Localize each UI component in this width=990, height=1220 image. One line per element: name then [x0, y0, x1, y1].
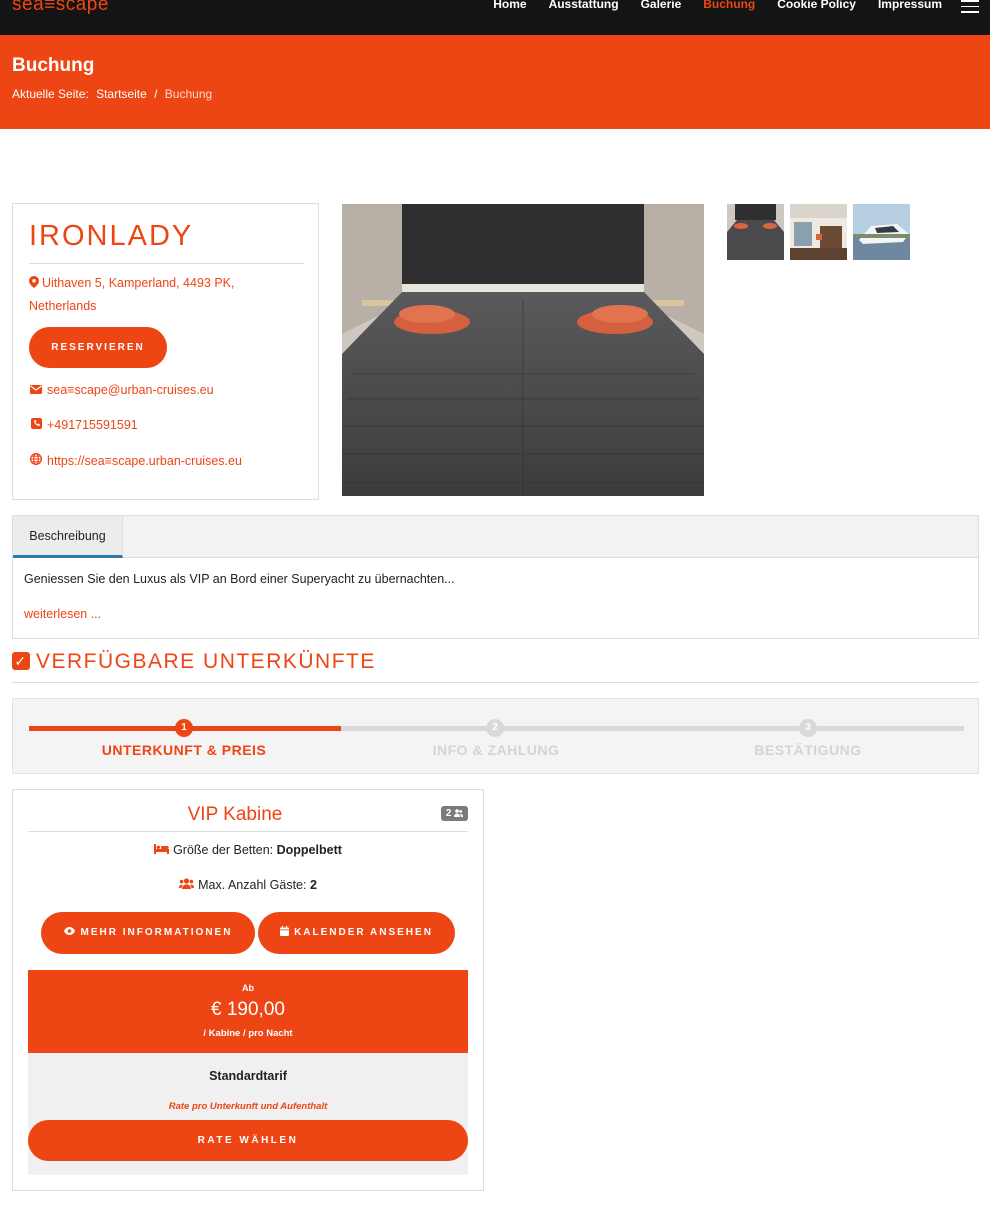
max-guests-label: Max. Anzahl Gäste: — [198, 878, 307, 892]
price-box: Ab € 190,00 / Kabine / pro Nacht — [28, 970, 468, 1053]
nav-item-impressum[interactable]: Impressum — [878, 0, 942, 11]
price-from-label: Ab — [242, 983, 254, 993]
divider — [29, 263, 304, 264]
step-1-label: UNTERKUNFT & PREIS — [101, 742, 267, 758]
calendar-icon — [280, 926, 290, 936]
site-logo[interactable]: sea≡scape — [12, 0, 109, 16]
available-units-heading: ✓ VERFÜGBARE UNTERKÜNFTE — [12, 650, 376, 674]
rate-name: Standardtarif — [209, 1069, 287, 1083]
tab-bar: Beschreibung — [13, 516, 978, 558]
phone-link[interactable]: +491715591591 — [29, 418, 138, 432]
max-guests-line: Max. Anzahl Gäste: 2 — [13, 878, 483, 892]
nav-item-home[interactable]: Home — [493, 0, 526, 11]
bed-size-label: Größe der Betten: — [173, 843, 274, 857]
more-info-label: MEHR INFORMATIONEN — [80, 927, 233, 938]
booking-stepper: 1 2 3 UNTERKUNFT & PREIS INFO & ZAHLUNG … — [12, 698, 979, 774]
email-text: sea≡scape@urban-cruises.eu — [47, 383, 214, 397]
email-link[interactable]: sea≡scape@urban-cruises.eu — [29, 383, 214, 397]
breadcrumb: Aktuelle Seite: Startseite / Buchung — [12, 87, 216, 101]
room-divider — [28, 831, 468, 832]
capacity-count: 2 — [445, 808, 452, 819]
page-title: Buchung — [12, 55, 95, 76]
step-1-dot: 1 — [175, 719, 193, 737]
thumbnail-yacht-exterior[interactable] — [853, 204, 910, 260]
website-text: https://sea≡scape.urban-cruises.eu — [47, 454, 242, 468]
address-text: Uithaven 5, Kamperland, 4493 PK, Netherl… — [29, 276, 235, 313]
nav-item-galerie[interactable]: Galerie — [641, 0, 682, 11]
description-tabs: Beschreibung Geniessen Sie den Luxus als… — [12, 515, 979, 639]
breadcrumb-prefix: Aktuelle Seite: — [12, 87, 89, 101]
description-text: Geniessen Sie den Luxus als VIP an Bord … — [24, 572, 455, 586]
users-icon — [454, 809, 464, 817]
step-2-dot: 2 — [486, 719, 504, 737]
step-2-label: INFO & ZAHLUNG — [432, 742, 560, 758]
section-title: VERFÜGBARE UNTERKÜNFTE — [36, 650, 376, 673]
capacity-badge: 2 — [441, 806, 468, 821]
property-info-card: IRONLADY Uithaven 5, Kamperland, 4493 PK… — [12, 203, 319, 500]
thumbnail-cabin-bed[interactable] — [727, 204, 784, 260]
hamburger-menu-icon[interactable] — [961, 0, 979, 17]
phone-text: +491715591591 — [47, 418, 138, 432]
breadcrumb-current: Buchung — [164, 87, 213, 101]
price-amount: € 190,00 — [211, 999, 285, 1020]
price-unit: / Kabine / pro Nacht — [203, 1028, 293, 1039]
bed-size-line: Größe der Betten: Doppelbett — [13, 843, 483, 857]
rate-description: Rate pro Unterkunft und Aufenthalt — [168, 1101, 328, 1112]
bed-icon — [154, 843, 170, 857]
property-name: IRONLADY — [29, 220, 194, 252]
select-rate-button[interactable]: RATE WÄHLEN — [28, 1120, 468, 1161]
website-link[interactable]: https://sea≡scape.urban-cruises.eu — [29, 453, 242, 468]
view-calendar-button[interactable]: KALENDER ANSEHEN — [258, 912, 455, 954]
room-card: VIP Kabine 2 Größe der Betten: Doppelbet… — [12, 789, 484, 1191]
room-name: VIP Kabine — [187, 804, 283, 825]
users-icon — [179, 878, 195, 892]
nav-item-cookie-policy[interactable]: Cookie Policy — [777, 0, 856, 11]
map-marker-icon — [29, 276, 39, 288]
section-divider — [12, 682, 979, 683]
thumbnail-interior[interactable] — [790, 204, 847, 260]
globe-icon — [29, 453, 43, 468]
max-guests-value: 2 — [309, 878, 317, 892]
breadcrumb-separator: / — [154, 87, 158, 101]
read-more-link[interactable]: weiterlesen ... — [24, 607, 101, 621]
main-photo-cabin-bed[interactable] — [342, 204, 704, 496]
more-info-button[interactable]: MEHR INFORMATIONEN — [41, 912, 255, 954]
main-menu: Home Ausstattung Galerie Buchung Cookie … — [471, 0, 942, 11]
nav-item-buchung[interactable]: Buchung — [703, 0, 755, 11]
nav-item-ausstattung[interactable]: Ausstattung — [549, 0, 619, 11]
phone-icon — [29, 418, 43, 432]
top-navigation-bar: sea≡scape Home Ausstattung Galerie Buchu… — [0, 0, 990, 35]
view-calendar-label: KALENDER ANSEHEN — [294, 927, 433, 938]
breadcrumb-home-link[interactable]: Startseite — [96, 87, 147, 101]
step-3-label: BESTÄTIGUNG — [754, 742, 862, 758]
property-address[interactable]: Uithaven 5, Kamperland, 4493 PK, Netherl… — [29, 272, 269, 318]
step-3-dot: 3 — [799, 719, 817, 737]
check-square-icon: ✓ — [12, 652, 30, 670]
tab-beschreibung[interactable]: Beschreibung — [13, 516, 123, 558]
envelope-icon — [29, 383, 43, 397]
page-header: Buchung Aktuelle Seite: Startseite / Buc… — [0, 35, 990, 129]
bed-size-value: Doppelbett — [276, 843, 342, 857]
eye-icon — [63, 927, 75, 935]
reserve-button[interactable]: RESERVIEREN — [29, 327, 167, 368]
rate-panel: Standardtarif Rate pro Unterkunft und Au… — [28, 1053, 468, 1175]
